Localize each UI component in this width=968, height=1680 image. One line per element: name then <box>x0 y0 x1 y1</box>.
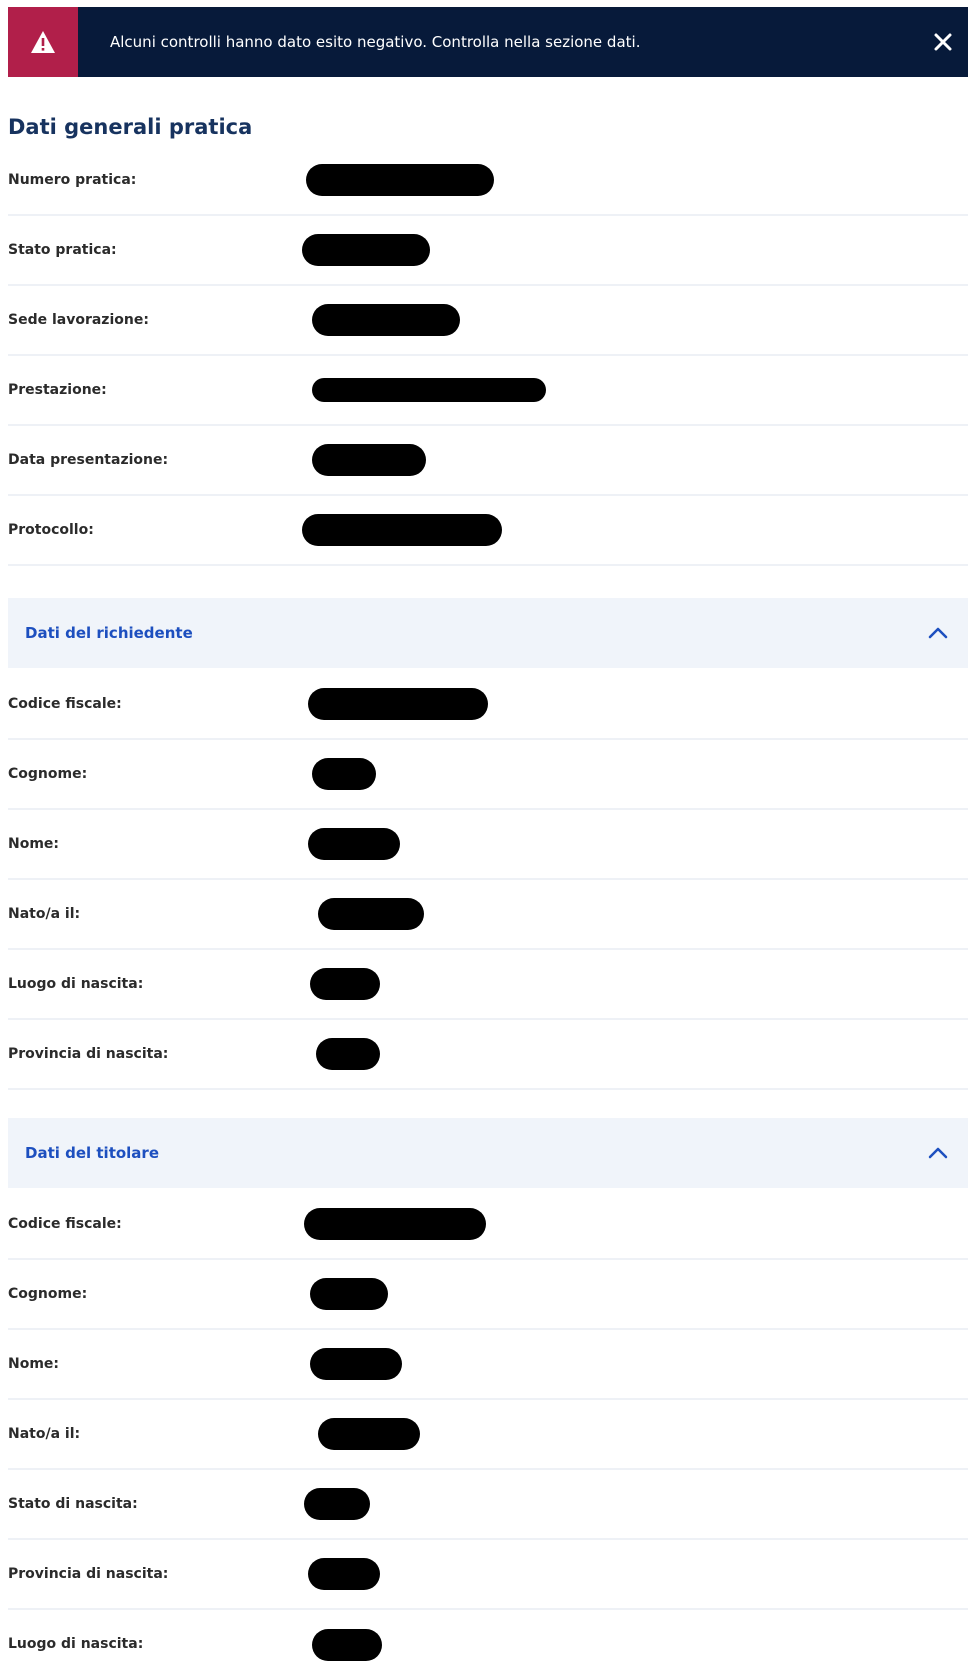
page: Alcuni controlli hanno dato esito negati… <box>0 0 968 1667</box>
redacted-value <box>306 164 494 196</box>
field-label: Cognome: <box>8 766 88 782</box>
data-row: Nome: <box>8 1330 968 1400</box>
redacted-value <box>302 234 430 266</box>
redacted-value <box>302 514 502 546</box>
data-row: Cognome: <box>8 740 968 810</box>
redacted-value <box>318 1418 420 1450</box>
data-row: Data presentazione: <box>8 426 968 496</box>
data-row: Nato/a il: <box>8 880 968 950</box>
field-label: Codice fiscale: <box>8 1216 122 1232</box>
data-row: Protocollo: <box>8 496 968 566</box>
close-button[interactable] <box>918 7 968 77</box>
chevron-up-icon <box>928 627 948 639</box>
chevron-up-icon <box>928 1147 948 1159</box>
redacted-value <box>312 1629 382 1661</box>
chevron-toggle[interactable] <box>908 598 968 668</box>
data-row: Codice fiscale: <box>8 670 968 740</box>
redacted-value <box>308 828 400 860</box>
field-label: Protocollo: <box>8 522 94 538</box>
field-label: Data presentazione: <box>8 452 169 468</box>
field-label: Provincia di nascita: <box>8 1046 169 1062</box>
data-row: Stato pratica: <box>8 216 968 286</box>
redacted-value <box>312 444 426 476</box>
redacted-value <box>308 688 488 720</box>
redacted-value <box>310 968 380 1000</box>
field-label: Sede lavorazione: <box>8 312 149 328</box>
data-row: Provincia di nascita: <box>8 1540 968 1610</box>
redacted-value <box>310 1278 388 1310</box>
data-row: Prestazione: <box>8 356 968 426</box>
field-label: Nato/a il: <box>8 1426 81 1442</box>
data-row: Nato/a il: <box>8 1400 968 1470</box>
general-data-list: Numero pratica: Stato pratica: Sede lavo… <box>8 146 968 566</box>
close-icon <box>934 33 952 51</box>
field-label: Prestazione: <box>8 382 107 398</box>
data-row: Codice fiscale: <box>8 1190 968 1260</box>
chevron-toggle[interactable] <box>908 1118 968 1188</box>
data-row: Sede lavorazione: <box>8 286 968 356</box>
redacted-value <box>304 1488 370 1520</box>
accordion-title: Dati del titolare <box>25 1144 160 1162</box>
data-row: Numero pratica: <box>8 146 968 216</box>
redacted-value <box>312 304 460 336</box>
field-label: Codice fiscale: <box>8 696 122 712</box>
field-label: Luogo di nascita: <box>8 1636 144 1652</box>
field-label: Nato/a il: <box>8 906 81 922</box>
field-label: Provincia di nascita: <box>8 1566 169 1582</box>
accordion-richiedente[interactable]: Dati del richiedente <box>8 598 968 668</box>
redacted-value <box>312 758 376 790</box>
field-label: Nome: <box>8 1356 60 1372</box>
richiedente-data-list: Codice fiscale: Cognome: Nome: Nato/a il… <box>8 670 968 1090</box>
alert-banner: Alcuni controlli hanno dato esito negati… <box>8 7 968 77</box>
data-row: Luogo di nascita: <box>8 1610 968 1680</box>
accordion-titolare[interactable]: Dati del titolare <box>8 1118 968 1188</box>
alert-message: Alcuni controlli hanno dato esito negati… <box>110 33 641 51</box>
field-label: Stato pratica: <box>8 242 117 258</box>
accordion-title: Dati del richiedente <box>25 624 193 642</box>
redacted-value <box>308 1558 380 1590</box>
data-row: Luogo di nascita: <box>8 950 968 1020</box>
data-row: Stato di nascita: <box>8 1470 968 1540</box>
field-label: Luogo di nascita: <box>8 976 144 992</box>
redacted-value <box>312 378 546 402</box>
alert-icon-box <box>8 7 78 77</box>
field-label: Nome: <box>8 836 60 852</box>
data-row: Cognome: <box>8 1260 968 1330</box>
titolare-data-list: Codice fiscale: Cognome: Nome: Nato/a il… <box>8 1190 968 1680</box>
field-label: Numero pratica: <box>8 172 137 188</box>
redacted-value <box>318 898 424 930</box>
redacted-value <box>304 1208 486 1240</box>
redacted-value <box>310 1348 402 1380</box>
data-row: Provincia di nascita: <box>8 1020 968 1090</box>
data-row: Nome: <box>8 810 968 880</box>
page-title: Dati generali pratica <box>8 115 253 139</box>
field-label: Cognome: <box>8 1286 88 1302</box>
field-label: Stato di nascita: <box>8 1496 138 1512</box>
redacted-value <box>316 1038 380 1070</box>
warning-icon <box>31 31 55 53</box>
